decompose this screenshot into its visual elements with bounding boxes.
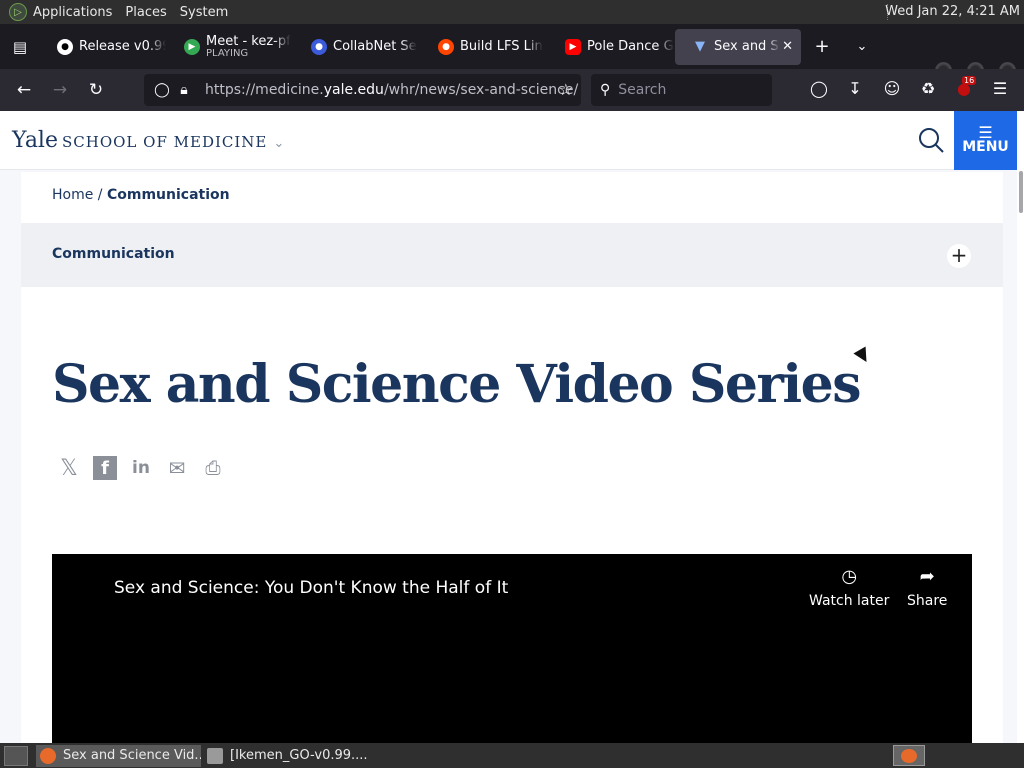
list-all-tabs-button[interactable]: ⌄ (842, 29, 882, 65)
github-icon: ● (57, 38, 73, 55)
tab-title: Sex and Sci (714, 39, 780, 54)
search-placeholder: Search (618, 82, 667, 98)
tab-title: Pole Dance G (587, 39, 674, 54)
google-meet-icon: ▶ (184, 38, 200, 55)
video-player[interactable]: Sex and Science: You Don't Know the Half… (52, 554, 972, 743)
tab-bar: ▤ ● Release v0.99 ▶ Meet - kez-pf PLAYIN… (0, 24, 1024, 79)
menu-button[interactable]: ☰ MENU (954, 111, 1017, 170)
firefox-icon (901, 748, 917, 763)
chevron-down-icon[interactable]: ⌄ (273, 136, 284, 151)
main-content: Home / Communication Communication + Sex… (21, 172, 1003, 743)
collabnet-icon: ● (311, 38, 327, 55)
top-panel: ▷ Applications Places System Wed Jan 22,… (0, 0, 1024, 24)
reddit-icon: ● (438, 38, 454, 55)
youtube-icon: ▶ (565, 38, 581, 55)
hamburger-icon: ☰ (978, 123, 993, 142)
chevron-down-icon: ⌄ (856, 39, 868, 54)
breadcrumb-separator: / (93, 187, 107, 203)
bottom-taskbar: Sex and Science Vid... [Ikemen_GO-v0.99.… (0, 743, 1024, 768)
forward-button[interactable]: → (42, 74, 78, 106)
reload-button[interactable]: ↻ (78, 74, 114, 106)
tab-playing-label: PLAYING (206, 48, 249, 59)
tab-release[interactable]: ● Release v0.99 (40, 29, 166, 65)
workspace-pager[interactable] (893, 745, 925, 766)
close-tab-icon[interactable]: ✕ (782, 39, 793, 54)
tab-title: Build LFS Lin (460, 39, 543, 54)
tab-title: Release v0.99 (79, 39, 166, 54)
tab-lfs[interactable]: ● Build LFS Lin (421, 29, 547, 65)
taskbar-firefox-window[interactable]: Sex and Science Vid... (36, 744, 201, 767)
scrollbar-thumb[interactable] (1019, 171, 1023, 213)
site-header: Yale SCHOOL OF MEDICINE ⌄ ☰ MENU (0, 111, 1017, 170)
expand-plus-icon[interactable]: + (947, 244, 971, 268)
tab-sex-and-science[interactable]: ▼ Sex and Sci ✕ (675, 28, 801, 65)
search-icon: ⚲ (600, 82, 611, 98)
new-tab-button[interactable]: + (802, 29, 842, 65)
tab-collabnet[interactable]: ● CollabNet Se (294, 29, 420, 65)
watch-later-button[interactable]: ◷ Watch later (809, 566, 889, 609)
pocket-icon[interactable]: ◯ (809, 79, 829, 98)
lock-icon[interactable]: 🔒︎ (175, 82, 193, 98)
firefox-icon (40, 747, 56, 764)
gnome-foot-icon[interactable]: ▷ (9, 3, 27, 21)
clock-icon: ◷ (841, 566, 858, 587)
page-title: Sex and Science Video Series (52, 354, 861, 415)
yale-logo[interactable]: Yale SCHOOL OF MEDICINE ⌄ (12, 128, 284, 153)
back-button[interactable]: ← (6, 74, 42, 106)
print-icon[interactable]: ⎙ (201, 456, 225, 480)
clock[interactable]: Wed Jan 22, 4:21 AM (885, 4, 1020, 19)
video-title[interactable]: Sex and Science: You Don't Know the Half… (114, 578, 508, 598)
share-button[interactable]: ➦ Share (907, 566, 947, 609)
reload-icon: ↻ (88, 80, 104, 100)
show-desktop-button[interactable] (4, 745, 28, 766)
tab-title: Meet - kez-pf (206, 34, 291, 49)
navigation-bar: ← → ↻ ◯ 🔒︎ https://medicine.yale.edu/whr… (0, 69, 1024, 111)
search-icon[interactable] (918, 127, 944, 153)
facebook-icon[interactable]: f (93, 456, 117, 480)
tab-meet[interactable]: ▶ Meet - kez-pf PLAYING (167, 29, 293, 65)
account-icon[interactable]: ☺ (882, 79, 902, 98)
arrow-left-icon: ← (16, 80, 32, 100)
share-row: 𝕏 f in ✉ ⎙ (57, 456, 237, 481)
section-subnav[interactable]: Communication + (21, 223, 1003, 287)
extensions-icon[interactable]: ♻ (918, 79, 938, 98)
yale-icon: ▼ (695, 39, 705, 54)
breadcrumb-current[interactable]: Communication (107, 187, 230, 203)
breadcrumb-home-link[interactable]: Home (52, 187, 93, 203)
x-twitter-icon[interactable]: 𝕏 (57, 456, 81, 481)
tab-title: CollabNet Se (333, 39, 417, 54)
folder-icon (207, 747, 223, 764)
applications-menu[interactable]: Applications (33, 5, 112, 20)
tab-list-icon: ▤ (12, 37, 28, 56)
ublock-badge: 16 (962, 76, 977, 85)
search-input[interactable]: ⚲ Search (591, 74, 772, 106)
tab-pole-dance[interactable]: ▶ Pole Dance G (548, 29, 674, 65)
breadcrumb: Home / Communication (52, 187, 230, 203)
linkedin-icon[interactable]: in (129, 456, 153, 480)
url-text[interactable]: https://medicine.yale.edu/whr/news/sex-a… (205, 82, 578, 98)
arrow-right-icon: → (52, 80, 68, 100)
hamburger-menu-icon[interactable]: ☰ (990, 79, 1010, 98)
tab-list-button[interactable]: ▤ (0, 24, 40, 69)
web-page: Yale SCHOOL OF MEDICINE ⌄ ☰ MENU Home / Co… (0, 111, 1024, 743)
bookmark-star-icon[interactable]: ☆ (559, 80, 573, 99)
email-icon[interactable]: ✉ (165, 456, 189, 480)
places-menu[interactable]: Places (125, 5, 166, 20)
share-arrow-icon: ➦ (919, 566, 935, 587)
url-bar[interactable]: ◯ 🔒︎ https://medicine.yale.edu/whr/news/… (144, 74, 581, 106)
page-scrollbar[interactable] (1017, 111, 1024, 743)
plus-icon: + (814, 36, 830, 57)
download-icon[interactable]: ↧ (845, 79, 865, 98)
taskbar-folder-window[interactable]: [Ikemen_GO-v0.99.... (203, 745, 373, 767)
subnav-label[interactable]: Communication (52, 246, 175, 262)
shield-icon[interactable]: ◯ (153, 82, 171, 98)
system-menu[interactable]: System (180, 5, 228, 20)
